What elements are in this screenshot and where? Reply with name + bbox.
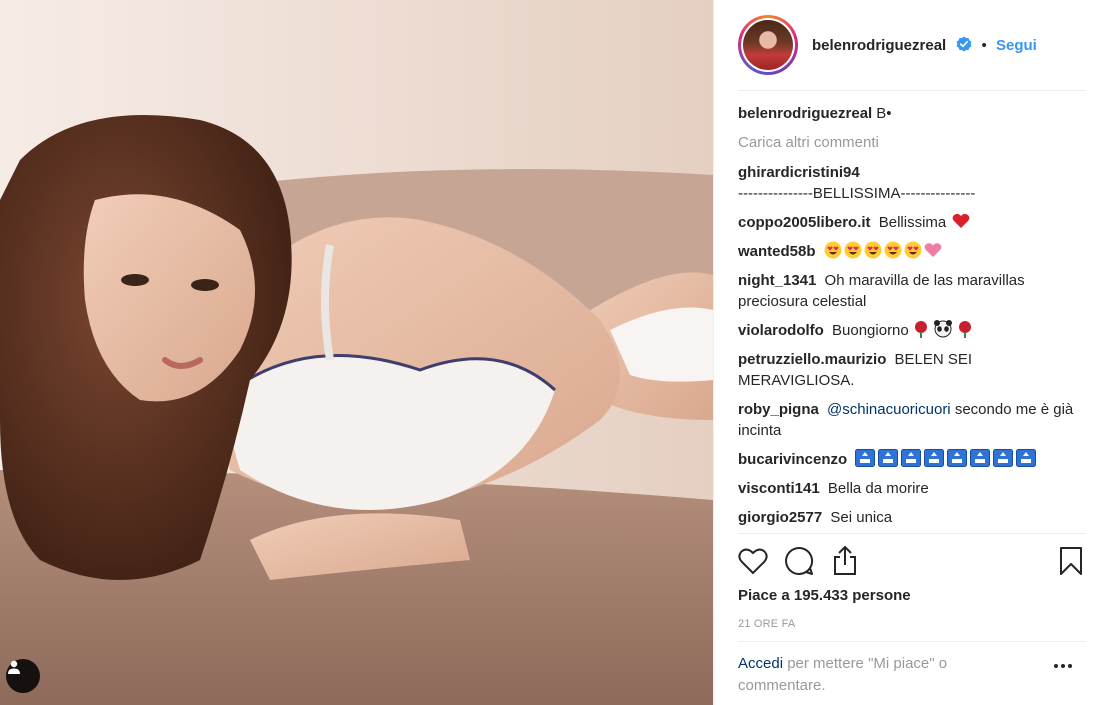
options-dot bbox=[1054, 664, 1058, 668]
options-dot bbox=[1068, 664, 1072, 668]
more-options-icon[interactable] bbox=[1054, 664, 1072, 668]
avatar[interactable] bbox=[738, 15, 798, 75]
comment-item: coppo2005libero.it Bellissima bbox=[738, 212, 1074, 233]
comment-item: giorgio2577 Sei unica bbox=[738, 507, 1074, 528]
like-button[interactable] bbox=[736, 541, 770, 581]
heart-icon bbox=[738, 548, 768, 575]
comment-mention[interactable]: @schinacuoricuori bbox=[827, 401, 951, 418]
comment-username[interactable]: roby_pigna bbox=[738, 401, 819, 418]
login-prompt: Accedi per mettere "Mi piace" o commenta… bbox=[738, 653, 1008, 697]
comment-text: ---------------BELLISSIMA--------------- bbox=[738, 185, 976, 202]
comment-item: night_1341 Oh maravilla de las maravilla… bbox=[738, 270, 1074, 312]
rose-panda-emoji-icon bbox=[914, 320, 971, 338]
author-username[interactable]: belenrodriguezreal bbox=[812, 37, 946, 54]
comment-username[interactable]: wanted58b bbox=[738, 243, 816, 260]
save-button[interactable] bbox=[1054, 541, 1088, 581]
comment-username[interactable]: night_1341 bbox=[738, 272, 816, 289]
avatar-frame bbox=[741, 18, 795, 72]
bookmark-icon bbox=[1060, 547, 1082, 575]
comment-username[interactable]: visconti141 bbox=[738, 480, 820, 497]
comment-username[interactable]: violarodolfo bbox=[738, 322, 824, 339]
comment-username[interactable]: giorgio2577 bbox=[738, 509, 822, 526]
user-tag-icon bbox=[8, 660, 20, 674]
comment-username[interactable]: ghirardicristini94 bbox=[738, 164, 860, 181]
heart-eyes-emoji-icon bbox=[824, 241, 944, 260]
comment-username[interactable]: petruzziello.maurizio bbox=[738, 351, 886, 368]
share-icon bbox=[834, 546, 856, 575]
photo-illustration bbox=[0, 0, 713, 705]
caption-text: B• bbox=[876, 105, 892, 122]
comments-list: belenrodriguezreal B• Carica altri commen… bbox=[738, 103, 1074, 533]
likes-count[interactable]: Piace a 195.433 persone bbox=[738, 587, 911, 604]
comment-text: Bellissima bbox=[878, 214, 947, 231]
user-tag-button[interactable] bbox=[6, 659, 40, 693]
comment-item: ghirardicristini94 ---------------BELLIS… bbox=[738, 162, 1074, 204]
comment-icon bbox=[785, 546, 814, 575]
comment-item: wanted58b bbox=[738, 241, 1074, 262]
instagram-post: belenrodriguezreal • Segui belenrodrigue… bbox=[0, 0, 1095, 705]
comment-username[interactable]: bucarivincenzo bbox=[738, 451, 847, 468]
post-timestamp[interactable]: 21 ORE FA bbox=[738, 618, 795, 630]
red-heart-emoji-icon bbox=[953, 213, 970, 228]
verified-badge-icon bbox=[956, 36, 972, 52]
comment-item: roby_pigna @schinacuoricuori secondo me … bbox=[738, 399, 1074, 441]
top-emoji-icon bbox=[855, 449, 1039, 468]
comment-text: Sei unica bbox=[830, 509, 893, 526]
header-separator: • bbox=[981, 37, 987, 54]
header-user-line: belenrodriguezreal • Segui bbox=[812, 36, 1037, 54]
follow-button[interactable]: Segui bbox=[996, 37, 1037, 54]
post-photo[interactable] bbox=[0, 0, 713, 705]
comment-item: violarodolfo Buongiorno bbox=[738, 320, 1074, 341]
comment-text: Buongiorno bbox=[832, 322, 909, 339]
comment-username[interactable]: coppo2005libero.it bbox=[738, 214, 871, 231]
caption-username[interactable]: belenrodriguezreal bbox=[738, 105, 872, 122]
comment-button[interactable] bbox=[782, 541, 816, 581]
share-button[interactable] bbox=[828, 541, 862, 581]
actions-divider bbox=[738, 533, 1086, 534]
avatar-image bbox=[743, 20, 793, 70]
comment-item: visconti141 Bella da morire bbox=[738, 478, 1074, 499]
comment-text: Bella da morire bbox=[827, 480, 929, 497]
login-link[interactable]: Accedi bbox=[738, 655, 783, 672]
post-side-panel: belenrodriguezreal • Segui belenrodrigue… bbox=[713, 0, 1095, 705]
comment-item: bucarivincenzo bbox=[738, 449, 1074, 470]
caption: belenrodriguezreal B• bbox=[738, 103, 1074, 124]
comment-item: petruzziello.maurizio BELEN SEI MERAVIGL… bbox=[738, 349, 1074, 391]
options-dot bbox=[1061, 664, 1065, 668]
post-actions bbox=[738, 541, 1086, 581]
post-header: belenrodriguezreal • Segui bbox=[714, 0, 1086, 90]
header-divider bbox=[738, 90, 1086, 91]
login-divider bbox=[738, 641, 1086, 642]
load-more-comments-button[interactable]: Carica altri commenti bbox=[738, 132, 1074, 153]
